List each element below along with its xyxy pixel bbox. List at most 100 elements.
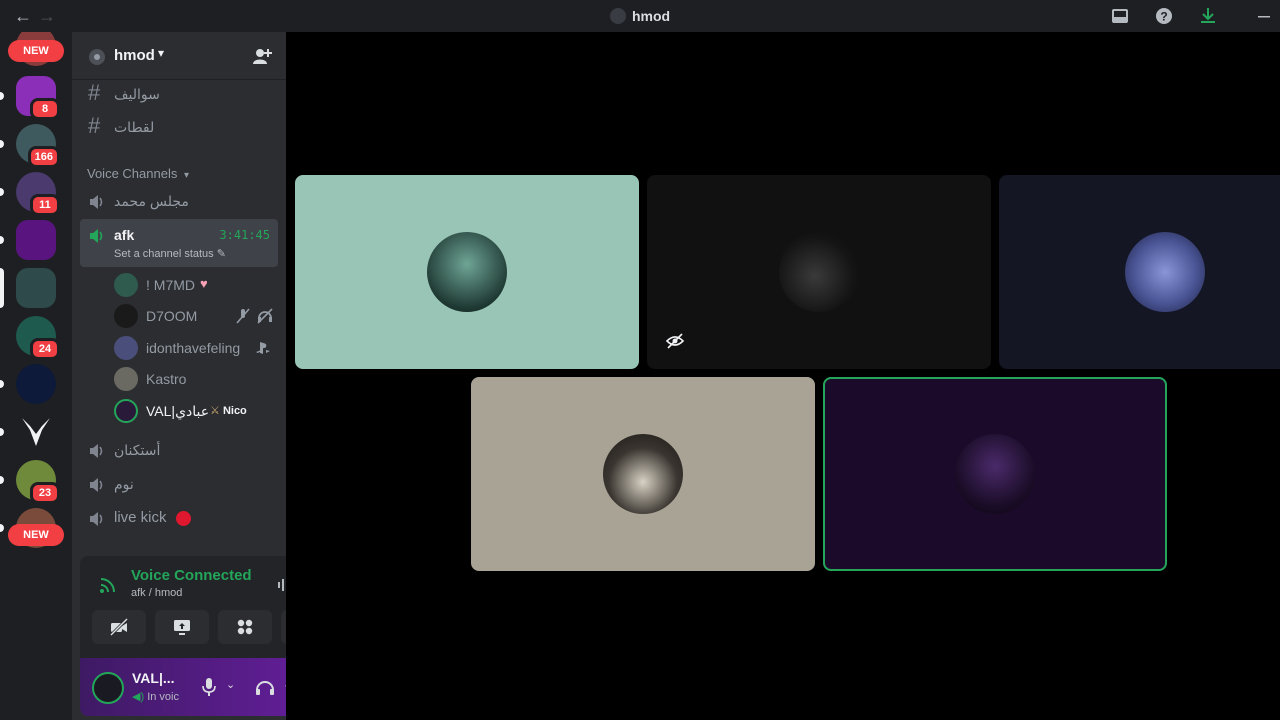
avatar [114,304,138,328]
camera-off-icon [109,617,129,637]
server-icon[interactable]: 24 [16,316,60,360]
channel-label: مجلس محمد [114,193,189,209]
heart-icon: ♥ [200,276,208,291]
share-screen-icon [174,620,190,635]
mention-badge: 11 [30,194,60,216]
voice-user[interactable]: VAL|عبادي ⚔ Nico [114,396,278,426]
playstation-icon [256,342,270,354]
help-icon[interactable]: ? [1154,6,1174,26]
voice-user[interactable]: Kastro [114,364,278,394]
mention-badge: 24 [30,338,60,360]
server-icon[interactable] [16,412,56,452]
headphones-icon[interactable] [254,676,276,698]
new-pill[interactable]: NEW [8,40,64,62]
channel-voice[interactable]: live kick [80,502,278,534]
channel-text[interactable]: # لقطات [80,111,278,143]
invite-user-icon[interactable] [252,46,272,66]
speaker-icon [90,195,103,209]
svg-text:?: ? [1160,10,1167,24]
download-icon[interactable] [1198,6,1218,26]
unread-pip [0,524,4,532]
avatar [114,399,138,423]
avatar [955,434,1035,514]
unread-pip [0,92,4,100]
selected-pip [0,268,4,308]
user-tag: ⚔ Nico [210,404,247,417]
channel-label: afk [114,227,135,243]
voice-user[interactable]: ! M7MD ♥ [114,270,278,300]
avatar [1125,232,1205,312]
voice-connected-subtitle[interactable]: afk / hmod [131,587,182,599]
video-hidden-icon [665,333,685,349]
new-pill[interactable]: NEW [8,524,64,546]
microphone-icon[interactable] [198,676,220,698]
channel-text[interactable]: # سواليف [80,78,278,110]
server-icon[interactable]: 11 [16,172,60,216]
channel-status-text: Set a channel status [114,248,214,260]
participant-tile-speaking[interactable] [823,377,1167,571]
participant-tile[interactable] [647,175,991,369]
activities-button[interactable] [218,610,272,644]
speaker-icon [90,478,103,492]
camera-off-button[interactable] [92,610,146,644]
hash-icon: # [88,80,101,105]
connection-signal-icon[interactable] [98,575,118,595]
hash-icon: # [88,113,101,138]
avatar[interactable] [92,672,124,704]
unread-pip [0,236,4,244]
pencil-icon: ✎ [216,248,226,260]
chevron-down-icon[interactable]: ⌄ [226,678,235,691]
channel-label: سواليف [114,86,160,102]
channel-voice-active[interactable]: afk 3:41:45 Set a channel status ✎ [80,219,278,267]
voice-status-icon: ◀) [132,691,145,703]
speaker-icon [90,444,103,458]
chevron-down-icon: ▾ [183,170,189,181]
server-icon[interactable] [16,268,56,308]
voice-user[interactable]: D7OOM [114,301,278,331]
channel-label: لقطات [114,119,155,135]
category-label: Voice Channels [87,166,178,181]
live-dot-icon [176,511,191,526]
voice-connected-title: Voice Connected [131,567,252,584]
channel-voice[interactable]: نوم [80,468,278,500]
server-rail: NEW 8 166 11 24 23 NEW [0,32,72,720]
channel-status-prompt[interactable]: Set a channel status ✎ [114,247,226,260]
guild-name: hmod [114,47,155,64]
server-icon[interactable] [16,364,56,404]
participant-tile[interactable] [295,175,639,369]
channel-label: نوم [114,476,134,492]
avatar [114,273,138,297]
guild-header[interactable]: hmod ▾ [72,32,286,80]
speaker-icon [90,229,103,243]
participant-tile[interactable] [999,175,1280,369]
channel-voice[interactable]: مجلس محمد [80,185,278,217]
server-icon[interactable]: 23 [16,460,60,504]
speaker-icon [90,512,103,526]
channel-voice[interactable]: أستكنان [80,434,278,466]
mention-badge: 166 [27,146,60,168]
guild-icon [89,49,105,65]
inbox-icon[interactable] [1110,6,1130,26]
participant-tile[interactable] [471,377,815,571]
user-tag-label: Nico [222,405,247,417]
server-icon[interactable]: 8 [16,76,60,120]
unread-pip [0,140,4,148]
user-name[interactable]: VAL|... [132,670,175,686]
avatar [114,336,138,360]
user-status-text: In voic [147,691,179,703]
mention-badge: 8 [30,98,60,120]
voice-user-name: idonthavefeling [146,340,241,356]
avatar [779,232,859,312]
minimize-icon[interactable] [1254,6,1274,26]
window-title-wrap: hmod [0,8,1280,24]
server-icon[interactable]: 166 [16,124,60,168]
share-screen-button[interactable] [155,610,209,644]
voice-user-name: VAL|عبادي [146,403,210,419]
voice-user[interactable]: idonthavefeling [114,333,278,363]
avatar [427,232,507,312]
server-icon[interactable] [16,220,56,260]
voice-user-name: D7OOM [146,308,198,324]
chevron-down-icon: ▾ [158,46,165,60]
avatar [114,367,138,391]
category-voice[interactable]: Voice Channels ▾ [87,166,189,181]
